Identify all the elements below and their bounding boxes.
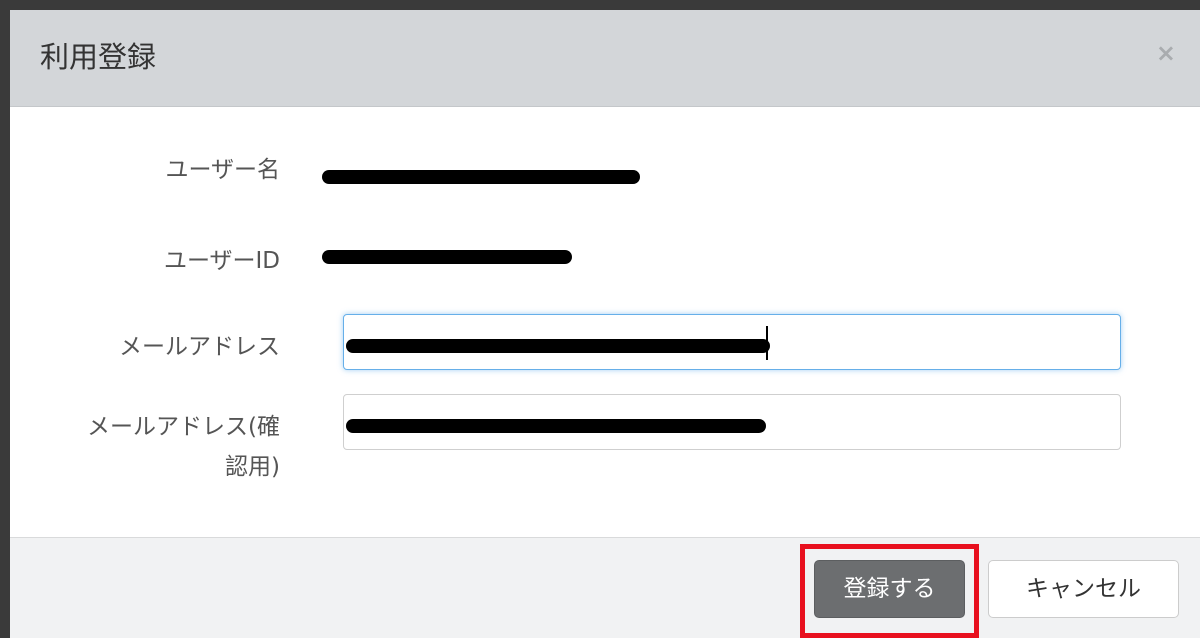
username-redaction [322,170,640,184]
email-label: メールアドレス [119,334,280,360]
email-confirm-label-line2: 認用) [225,454,280,480]
text-caret [766,326,768,360]
username-label: ユーザー名 [165,157,280,183]
email-confirm-redaction [346,419,766,433]
dialog-title: 利用登録 [40,40,157,74]
register-button[interactable]: 登録する [814,560,965,618]
email-confirm-label-line1: メールアドレス(確 [87,414,280,440]
close-icon[interactable]: × [1156,40,1176,66]
userid-redaction [322,250,572,264]
dialog-header: 利用登録 × [10,10,1200,107]
email-redaction [346,339,770,353]
registration-dialog: 利用登録 × ユーザー名 ユーザーID メールアドレス メールアドレス(確 認用… [10,10,1200,638]
cancel-button[interactable]: キャンセル [988,560,1179,618]
userid-label: ユーザーID [163,248,280,274]
